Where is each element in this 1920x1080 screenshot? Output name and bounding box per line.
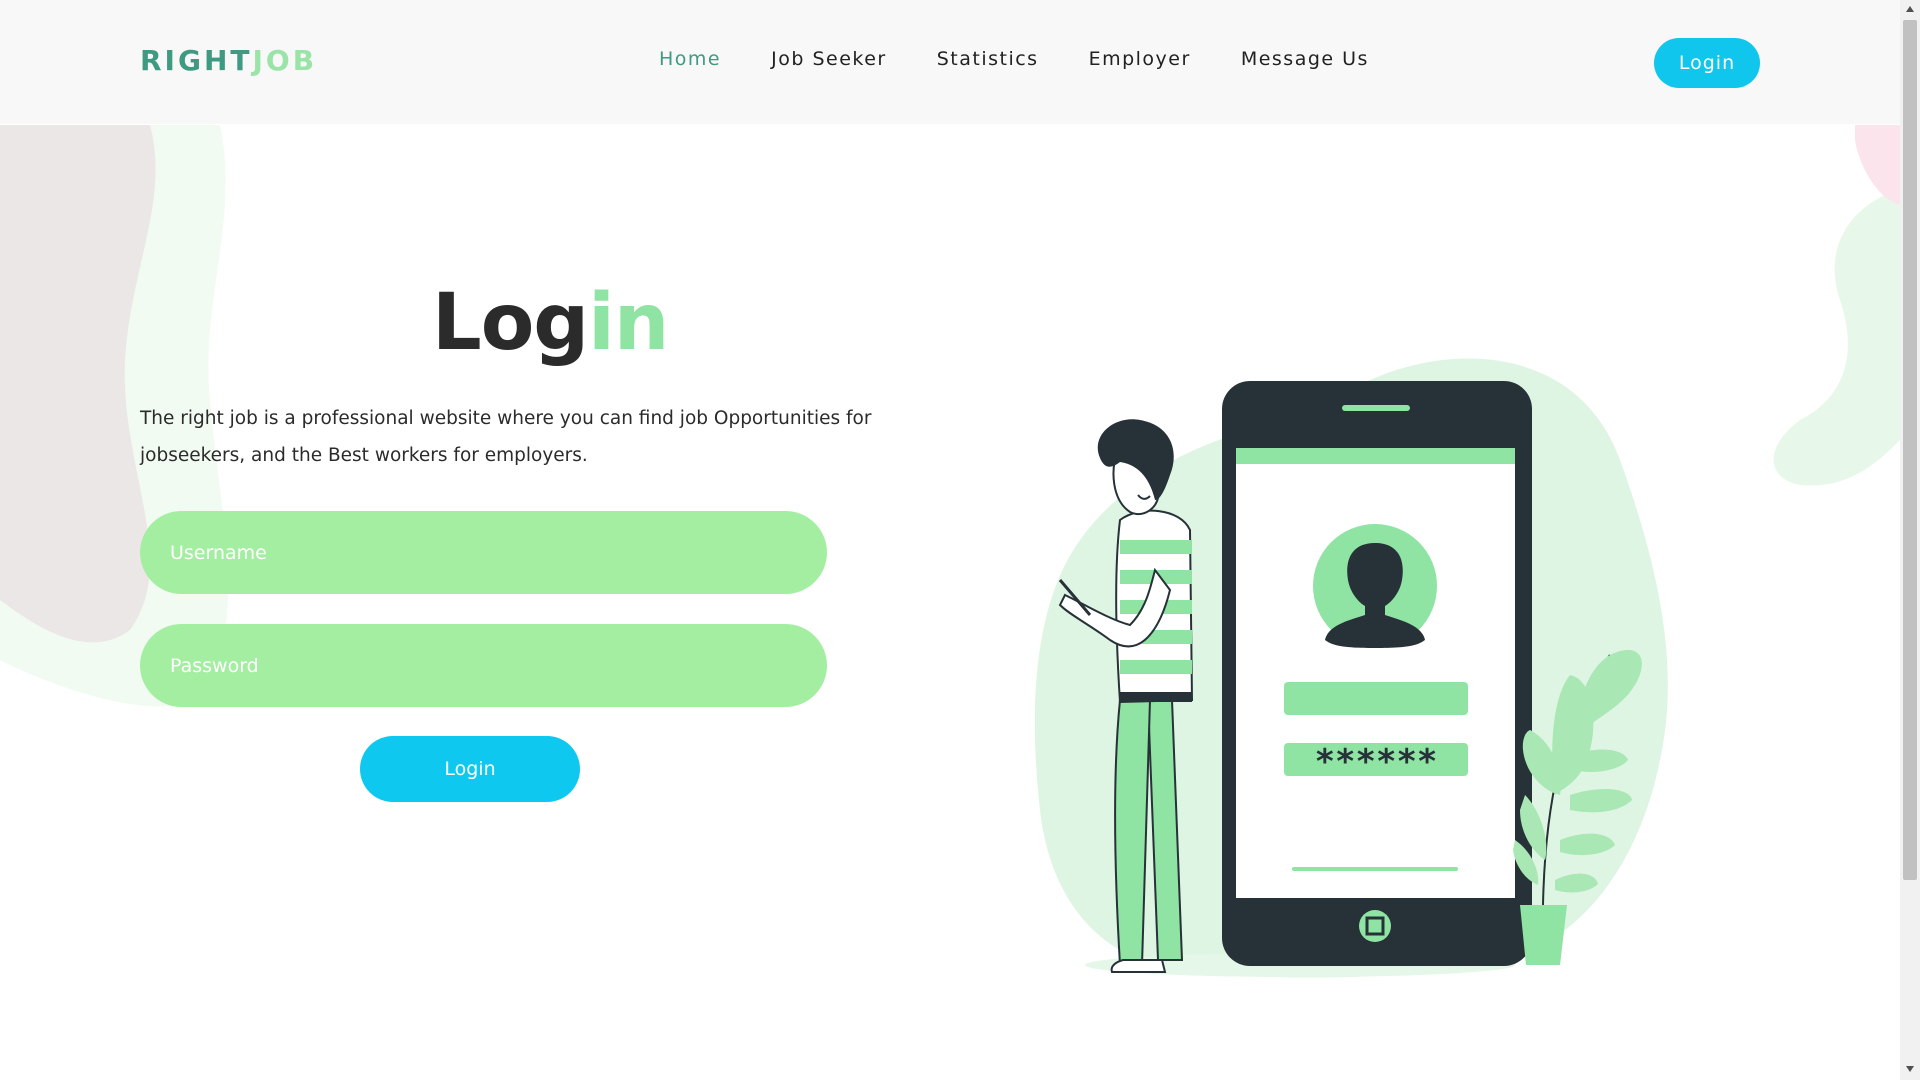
- nav-item-statistics[interactable]: Statistics: [937, 48, 1039, 70]
- login-illustration: ******: [1034, 358, 1668, 978]
- page-title-part2: in: [588, 278, 669, 368]
- page: RIGHTJOB Home Job Seeker Statistics Empl…: [0, 0, 1920, 1080]
- brand-logo-part2: JOB: [252, 44, 318, 77]
- password-mask-text: ******: [1315, 742, 1438, 782]
- nav-item-job-seeker[interactable]: Job Seeker: [771, 48, 887, 70]
- brand-logo[interactable]: RIGHTJOB: [140, 44, 317, 77]
- page-description: The right job is a professional website …: [140, 408, 872, 466]
- nav-item-message-us[interactable]: Message Us: [1241, 48, 1369, 70]
- nav-item-home[interactable]: Home: [659, 48, 721, 70]
- password-input[interactable]: [140, 624, 827, 707]
- scroll-down-arrow-icon[interactable]: [1906, 1066, 1914, 1072]
- header-login-button[interactable]: Login: [1654, 38, 1760, 88]
- scroll-up-arrow-icon[interactable]: [1906, 6, 1914, 12]
- top-navbar: RIGHTJOB Home Job Seeker Statistics Empl…: [0, 0, 1900, 124]
- nav-item-employer[interactable]: Employer: [1089, 48, 1191, 70]
- phone-illustration: ******: [1222, 381, 1532, 966]
- login-submit-button[interactable]: Login: [360, 736, 580, 802]
- username-input[interactable]: [140, 511, 827, 594]
- page-title-part1: Log: [432, 278, 589, 368]
- page-title: Login: [432, 278, 669, 368]
- scrollbar-thumb[interactable]: [1903, 20, 1917, 880]
- main-nav: Home Job Seeker Statistics Employer Mess…: [659, 48, 1419, 70]
- vertical-scrollbar[interactable]: [1900, 0, 1920, 1080]
- brand-logo-part1: RIGHT: [140, 44, 253, 77]
